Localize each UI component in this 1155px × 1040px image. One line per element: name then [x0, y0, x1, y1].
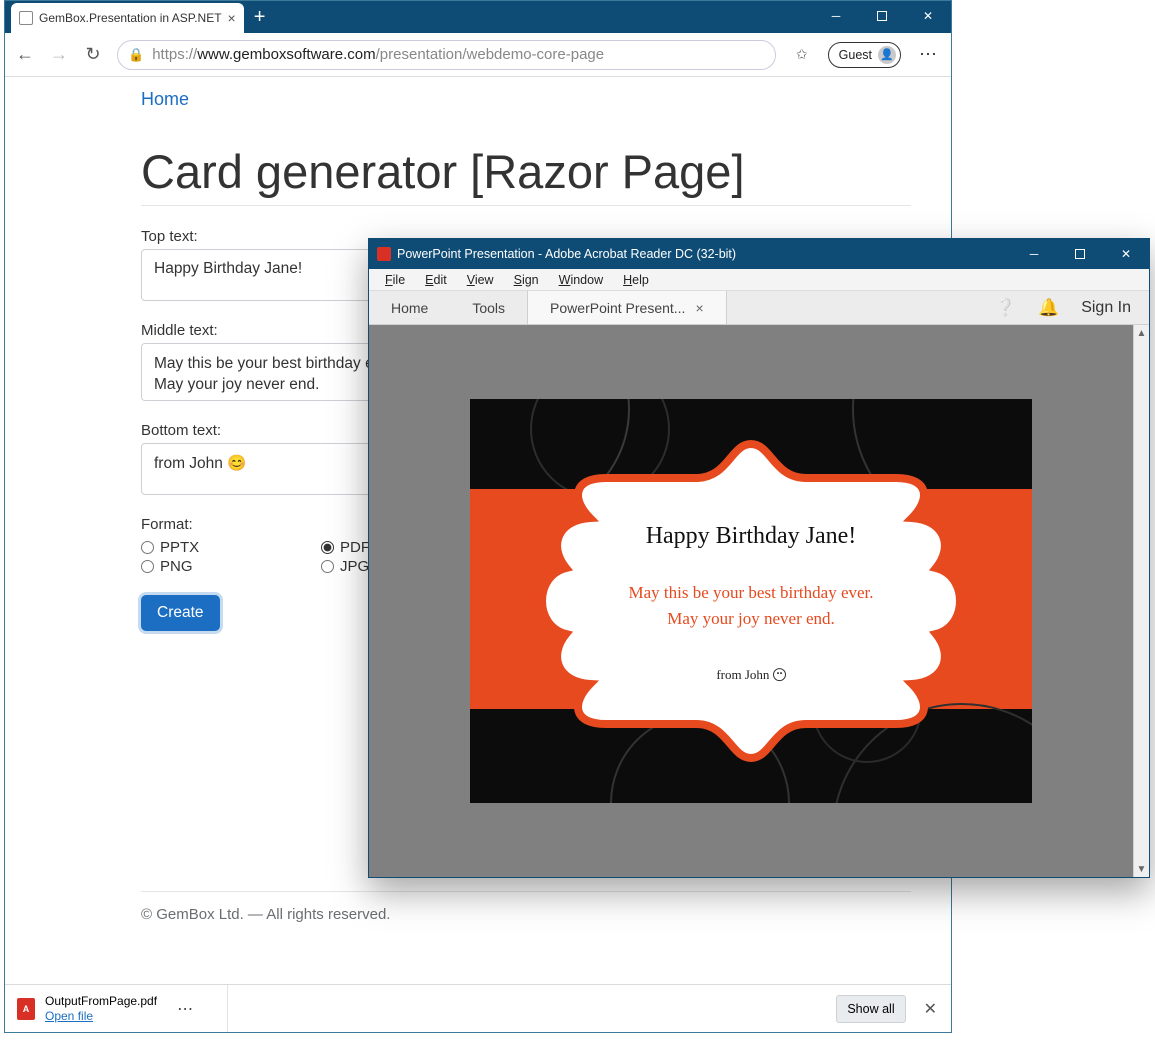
favorite-icon[interactable]: ✩: [790, 46, 814, 63]
adobe-tab-document-label: PowerPoint Present...: [550, 300, 685, 316]
menu-window[interactable]: Window: [549, 271, 613, 289]
lock-icon: 🔒: [128, 47, 144, 63]
adobe-minimize-icon[interactable]: ─: [1011, 239, 1057, 269]
sign-in-link[interactable]: Sign In: [1081, 299, 1131, 317]
nav-reload-icon[interactable]: ↻: [83, 44, 103, 65]
adobe-tab-home[interactable]: Home: [369, 291, 450, 324]
new-tab-button[interactable]: +: [244, 6, 276, 29]
window-maximize-icon[interactable]: [859, 1, 905, 31]
format-pdf-label: PDF: [340, 539, 370, 556]
tab-title: GemBox.Presentation in ASP.NET: [39, 11, 222, 25]
adobe-tab-close-icon[interactable]: ×: [695, 300, 703, 316]
address-text: https://www.gemboxsoftware.com/presentat…: [152, 46, 604, 63]
card-mid-line1: May this be your best birthday ever.: [628, 583, 873, 602]
adobe-tab-document[interactable]: PowerPoint Present... ×: [527, 291, 727, 324]
create-button[interactable]: Create: [141, 595, 220, 631]
adobe-app-icon: [377, 247, 391, 261]
favicon: [19, 11, 33, 25]
download-chip[interactable]: A OutputFromPage.pdf Open file ⋯: [5, 985, 228, 1032]
profile-label: Guest: [839, 48, 872, 62]
title-separator: [141, 205, 911, 206]
card-mid-line2: May your joy never end.: [667, 610, 835, 629]
downloads-show-all-button[interactable]: Show all: [836, 995, 905, 1023]
adobe-titlebar[interactable]: PowerPoint Presentation - Adobe Acrobat …: [369, 239, 1149, 269]
card-bot-label: from John: [716, 667, 772, 682]
scroll-down-icon[interactable]: ▼: [1134, 861, 1149, 877]
adobe-canvas[interactable]: Happy Birthday Jane! May this be your be…: [369, 325, 1133, 877]
menu-edit[interactable]: Edit: [415, 271, 457, 289]
home-link[interactable]: Home: [141, 89, 189, 109]
adobe-tab-tools[interactable]: Tools: [450, 291, 527, 324]
download-filename: OutputFromPage.pdf: [45, 994, 157, 1009]
downloads-bar: A OutputFromPage.pdf Open file ⋯ Show al…: [5, 984, 951, 1032]
card-text: Happy Birthday Jane! May this be your be…: [571, 519, 931, 683]
format-pptx[interactable]: PPTX: [141, 539, 321, 556]
adobe-canvas-wrap: Happy Birthday Jane! May this be your be…: [369, 325, 1149, 877]
browser-toolbar: ← → ↻ 🔒 https://www.gemboxsoftware.com/p…: [5, 33, 951, 77]
adobe-window-controls: ─ ✕: [1011, 239, 1149, 269]
page-footer: © GemBox Ltd. — All rights reserved.: [5, 892, 951, 923]
browser-menu-icon[interactable]: ⋯: [915, 44, 941, 65]
smile-icon: [773, 668, 786, 681]
bell-icon[interactable]: 🔔: [1038, 298, 1059, 318]
download-open-link[interactable]: Open file: [45, 1009, 157, 1024]
window-minimize-icon[interactable]: ─: [813, 1, 859, 31]
page-title: Card generator [Razor Page]: [141, 144, 911, 199]
url-path: /presentation/webdemo-core-page: [376, 46, 604, 63]
format-png-label: PNG: [160, 558, 193, 575]
downloads-close-icon[interactable]: ✕: [924, 999, 937, 1019]
url-scheme: https://: [152, 46, 197, 63]
nav-forward-icon: →: [49, 44, 69, 65]
window-close-icon[interactable]: ✕: [905, 1, 951, 31]
browser-titlebar[interactable]: GemBox.Presentation in ASP.NET × + ─ ✕: [5, 1, 951, 33]
card-middle-text: May this be your best birthday ever. May…: [571, 580, 931, 633]
slide-preview: Happy Birthday Jane! May this be your be…: [470, 399, 1032, 803]
pdf-file-icon: A: [17, 998, 35, 1020]
card-bottom-text: from John: [571, 667, 931, 683]
profile-button[interactable]: Guest 👤: [828, 42, 901, 68]
help-icon[interactable]: ❔: [995, 298, 1016, 318]
adobe-title: PowerPoint Presentation - Adobe Acrobat …: [397, 247, 736, 261]
menu-help[interactable]: Help: [613, 271, 659, 289]
adobe-close-icon[interactable]: ✕: [1103, 239, 1149, 269]
window-controls: ─ ✕: [813, 1, 951, 31]
url-host: www.gemboxsoftware.com: [197, 46, 375, 63]
download-more-icon[interactable]: ⋯: [177, 999, 201, 1019]
address-bar[interactable]: 🔒 https://www.gemboxsoftware.com/present…: [117, 40, 776, 70]
menu-file[interactable]: File: [375, 271, 415, 289]
format-pptx-label: PPTX: [160, 539, 199, 556]
menu-view[interactable]: View: [457, 271, 504, 289]
adobe-scrollbar[interactable]: ▲ ▼: [1133, 325, 1149, 877]
scroll-up-icon[interactable]: ▲: [1134, 325, 1149, 341]
card-top-text: Happy Birthday Jane!: [571, 523, 931, 550]
format-png[interactable]: PNG: [141, 558, 321, 575]
adobe-menubar: File Edit View Sign Window Help: [369, 269, 1149, 291]
adobe-window: PowerPoint Presentation - Adobe Acrobat …: [368, 238, 1150, 878]
avatar-icon: 👤: [878, 46, 896, 64]
browser-tab[interactable]: GemBox.Presentation in ASP.NET ×: [11, 3, 244, 33]
tab-close-icon[interactable]: ×: [228, 10, 236, 26]
adobe-maximize-icon[interactable]: [1057, 239, 1103, 269]
adobe-tabs: Home Tools PowerPoint Present... × ❔ 🔔 S…: [369, 291, 1149, 325]
menu-sign[interactable]: Sign: [504, 271, 549, 289]
format-jpg-label: JPG: [340, 558, 369, 575]
nav-back-icon[interactable]: ←: [15, 44, 35, 65]
